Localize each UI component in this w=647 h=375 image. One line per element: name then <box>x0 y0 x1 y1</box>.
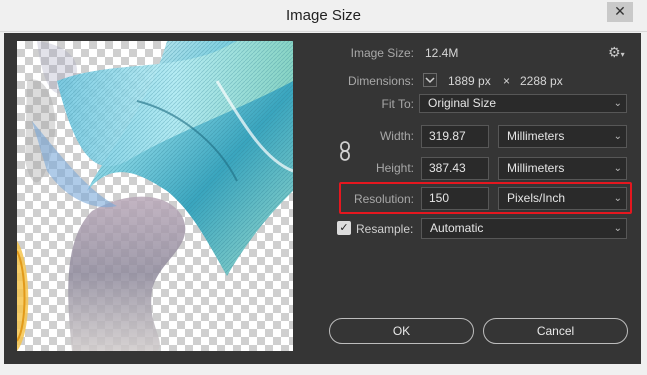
preview-artwork <box>17 41 293 351</box>
image-size-dialog: Image Size: 12.4M ⚙▾ Dimensions: 1889 px… <box>4 33 641 364</box>
resample-select[interactable]: Automatic ⌄ <box>421 218 627 239</box>
height-input[interactable]: 387.43 <box>421 157 489 180</box>
close-button[interactable]: ✕ <box>607 2 633 22</box>
height-label: Height: <box>375 161 414 175</box>
image-size-label: Image Size: <box>350 46 414 60</box>
resample-label: Resample: <box>356 222 414 236</box>
fit-to-value: Original Size <box>428 96 497 110</box>
gear-icon[interactable]: ⚙▾ <box>608 45 625 61</box>
chevron-down-icon: ⌄ <box>613 131 622 142</box>
fit-to-select[interactable]: Original Size ⌄ <box>419 94 627 113</box>
chevron-down-icon: ⌄ <box>613 163 622 174</box>
chevron-down-icon: ⌄ <box>613 223 622 234</box>
width-input[interactable]: 319.87 <box>421 125 489 148</box>
fit-to-label: Fit To: <box>381 97 414 111</box>
width-label: Width: <box>379 129 414 143</box>
ok-button[interactable]: OK <box>329 318 474 344</box>
height-unit-select[interactable]: Millimeters ⌄ <box>498 157 627 180</box>
chevron-down-icon[interactable] <box>423 73 437 87</box>
resample-checkbox[interactable]: ✓ <box>337 221 351 235</box>
close-icon: ✕ <box>614 4 626 20</box>
dimensions-label: Dimensions: <box>347 74 414 88</box>
height-unit-value: Millimeters <box>507 161 565 175</box>
resample-value: Automatic <box>430 221 484 235</box>
width-unit-value: Millimeters <box>507 129 565 143</box>
cancel-button[interactable]: Cancel <box>483 318 628 344</box>
width-unit-select[interactable]: Millimeters ⌄ <box>498 125 627 148</box>
resolution-unit-value: Pixels/Inch <box>507 191 566 205</box>
resolution-label: Resolution: <box>353 192 414 206</box>
resolution-input[interactable]: 150 <box>421 187 489 210</box>
link-chain-icon[interactable] <box>338 141 352 161</box>
dimensions-separator: × <box>503 74 511 88</box>
image-size-value: 12.4M <box>425 46 459 60</box>
image-preview[interactable] <box>17 41 293 351</box>
title-bar: Image Size ✕ <box>0 0 647 32</box>
window-title: Image Size <box>285 7 362 24</box>
chevron-down-icon: ⌄ <box>613 98 622 109</box>
dimensions-height: 2288 px <box>520 74 563 88</box>
resolution-unit-select[interactable]: Pixels/Inch ⌄ <box>498 187 627 210</box>
chevron-down-icon: ⌄ <box>613 193 622 204</box>
dimensions-width: 1889 px <box>448 74 491 88</box>
